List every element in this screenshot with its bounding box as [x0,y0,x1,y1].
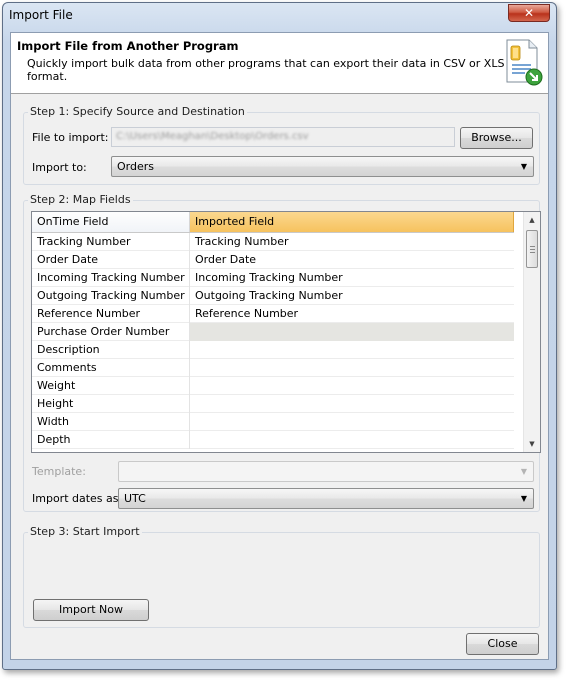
file-path-field[interactable]: C:\Users\Meaghan\Desktop\Orders.csv [111,127,455,147]
step2-title: Step 2: Map Fields [28,193,133,206]
table-row[interactable]: Tracking Number Tracking Number [32,233,514,251]
ontime-field-cell: Comments [32,359,190,377]
browse-button[interactable]: Browse... [460,127,533,149]
table-row[interactable]: Weight [32,377,514,395]
close-icon: ✕ [523,6,535,20]
title-bar[interactable]: Import File ✕ [3,3,556,27]
imported-field-cell[interactable]: Incoming Tracking Number [190,269,514,287]
scroll-down-arrow-icon[interactable]: ▼ [524,436,540,452]
scrollbar-thumb[interactable] [526,230,538,268]
ontime-field-cell: Purchase Order Number [32,323,190,341]
ontime-field-cell: Reference Number [32,305,190,323]
ontime-field-cell: Order Date [32,251,190,269]
import-to-select[interactable]: Orders ▼ [111,156,534,177]
ontime-field-cell: Tracking Number [32,233,190,251]
imported-field-cell[interactable] [190,359,514,377]
dialog-header: Import File from Another Program Quickly… [11,33,548,94]
chevron-down-icon: ▼ [520,467,528,476]
ontime-field-cell: Description [32,341,190,359]
ontime-field-cell: Depth [32,431,190,449]
import-dates-value: UTC [124,492,146,505]
field-mapping-grid: OnTime Field Imported Field Tracking Num… [31,211,541,453]
dialog-client-area: Import File from Another Program Quickly… [10,32,549,660]
file-path-value: C:\Users\Meaghan\Desktop\Orders.csv [116,131,309,142]
column-header-ontime-field[interactable]: OnTime Field [32,212,190,232]
imported-field-cell[interactable]: Reference Number [190,305,514,323]
template-select: ▼ [118,461,534,482]
import-file-window: Import File ✕ Import File from Another P… [2,2,557,670]
template-label: Template: [32,465,86,478]
table-row[interactable]: Depth [32,431,514,449]
ontime-field-cell: Height [32,395,190,413]
imported-field-cell[interactable] [190,377,514,395]
ontime-field-cell: Weight [32,377,190,395]
window-close-button[interactable]: ✕ [508,4,550,22]
file-to-import-label: File to import: [32,131,109,144]
close-button[interactable]: Close [466,633,539,655]
step1-title: Step 1: Specify Source and Destination [28,105,247,118]
imported-field-cell[interactable] [190,431,514,449]
table-row[interactable]: Height [32,395,514,413]
table-row-selected[interactable]: Purchase Order Number [32,323,514,341]
imported-field-cell[interactable]: Outgoing Tracking Number [190,287,514,305]
import-to-value: Orders [117,160,154,173]
chevron-down-icon: ▼ [520,494,528,503]
table-row[interactable]: Description [32,341,514,359]
chevron-down-icon: ▼ [520,162,528,171]
grid-rows: Tracking Number Tracking Number Order Dat… [32,233,514,449]
import-dates-label: Import dates as: [32,492,123,505]
column-header-imported-field[interactable]: Imported Field [190,212,514,232]
scroll-up-arrow-icon[interactable]: ▲ [524,212,540,228]
grid-header: OnTime Field Imported Field [32,212,514,233]
imported-field-cell[interactable] [190,395,514,413]
imported-field-cell-selected[interactable] [190,323,514,341]
table-row[interactable]: Comments [32,359,514,377]
ontime-field-cell: Outgoing Tracking Number [32,287,190,305]
window-title: Import File [9,8,73,22]
ontime-field-cell: Width [32,413,190,431]
imported-field-cell[interactable] [190,413,514,431]
import-to-label: Import to: [32,161,87,174]
table-row[interactable]: Incoming Tracking Number Incoming Trackin… [32,269,514,287]
grid-vertical-scrollbar[interactable]: ▲ ▼ [523,212,540,452]
table-row[interactable]: Width [32,413,514,431]
import-now-button[interactable]: Import Now [33,599,149,621]
imported-field-cell[interactable] [190,341,514,359]
import-document-icon [506,39,543,86]
ontime-field-cell: Incoming Tracking Number [32,269,190,287]
table-row[interactable]: Order Date Order Date [32,251,514,269]
import-dates-select[interactable]: UTC ▼ [118,488,534,509]
header-title: Import File from Another Program [17,39,239,53]
step3-title: Step 3: Start Import [28,525,142,538]
imported-field-cell[interactable]: Tracking Number [190,233,514,251]
table-row[interactable]: Outgoing Tracking Number Outgoing Trackin… [32,287,514,305]
header-subtitle: Quickly import bulk data from other prog… [27,57,505,83]
table-row[interactable]: Reference Number Reference Number [32,305,514,323]
imported-field-cell[interactable]: Order Date [190,251,514,269]
